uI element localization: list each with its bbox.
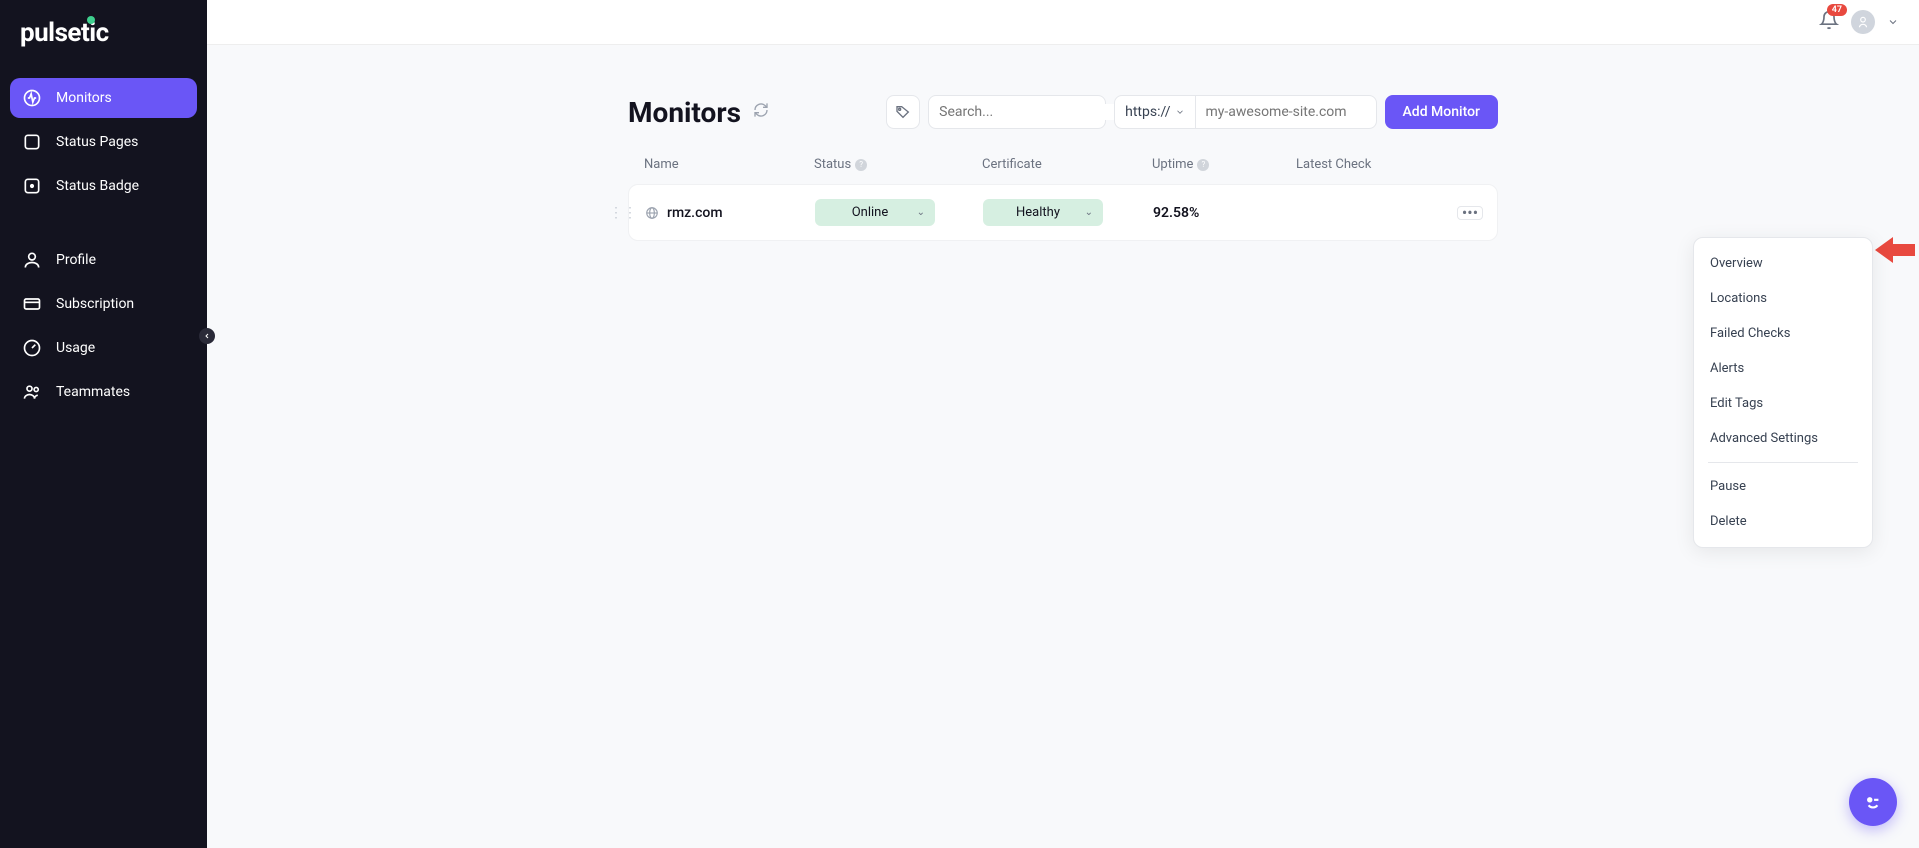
sidebar-item-status-badge[interactable]: Status Badge xyxy=(10,166,197,206)
sidebar-label: Profile xyxy=(56,252,96,268)
notifications-button[interactable]: 47 xyxy=(1819,10,1839,34)
search-input[interactable] xyxy=(939,104,1117,120)
status-pill[interactable]: Online ⌄ xyxy=(815,199,935,226)
brand-dot-icon xyxy=(87,16,95,24)
annotation-arrow-icon xyxy=(1875,237,1915,263)
brand-logo: pulsetic xyxy=(10,18,197,48)
chevron-down-icon: ⌄ xyxy=(1085,207,1093,218)
dropdown-divider xyxy=(1708,462,1858,463)
page-title: Monitors xyxy=(628,96,741,129)
brand-text: pulsetic xyxy=(20,18,109,48)
sidebar: pulsetic Monitors Status Pages Status Ba… xyxy=(0,0,207,848)
menu-overview[interactable]: Overview xyxy=(1694,246,1872,281)
sidebar-label: Usage xyxy=(56,340,95,356)
protocol-label: https:// xyxy=(1125,104,1170,120)
chat-widget-button[interactable] xyxy=(1849,778,1897,826)
sidebar-label: Subscription xyxy=(56,296,134,312)
gauge-icon xyxy=(22,338,42,358)
status-cell: Online ⌄ xyxy=(815,199,983,226)
menu-failed-checks[interactable]: Failed Checks xyxy=(1694,316,1872,351)
monitor-name[interactable]: rmz.com xyxy=(645,205,815,221)
status-text: Online xyxy=(852,205,889,220)
globe-icon xyxy=(645,206,659,220)
menu-locations[interactable]: Locations xyxy=(1694,281,1872,316)
menu-advanced-settings[interactable]: Advanced Settings xyxy=(1694,421,1872,456)
sidebar-label: Monitors xyxy=(56,90,112,106)
chevron-down-icon: ⌄ xyxy=(917,207,925,218)
col-header-latest-check: Latest Check xyxy=(1296,157,1482,172)
col-header-name: Name xyxy=(644,157,814,172)
main: 47 Monitors xyxy=(207,0,1919,848)
content: Monitors https:// xyxy=(207,45,1919,848)
certificate-cell: Healthy ⌄ xyxy=(983,199,1153,226)
user-avatar[interactable] xyxy=(1851,10,1875,34)
sidebar-label: Teammates xyxy=(56,384,130,400)
sidebar-item-monitors[interactable]: Monitors xyxy=(10,78,197,118)
drag-handle[interactable]: ⋮⋮ xyxy=(609,205,637,221)
help-icon[interactable]: ? xyxy=(855,159,867,171)
sidebar-item-subscription[interactable]: Subscription xyxy=(10,284,197,324)
header-controls: https:// Add Monitor xyxy=(886,95,1498,129)
col-header-uptime: Uptime ? xyxy=(1152,157,1296,172)
pulse-icon xyxy=(22,88,42,108)
notification-count-badge: 47 xyxy=(1827,4,1847,16)
monitor-name-text: rmz.com xyxy=(667,205,723,221)
card-icon xyxy=(22,294,42,314)
uptime-value: 92.58% xyxy=(1153,205,1297,221)
chevron-down-icon xyxy=(1175,107,1185,117)
monitors-container: Monitors https:// xyxy=(628,95,1498,848)
sidebar-label: Status Pages xyxy=(56,134,138,150)
sidebar-item-status-pages[interactable]: Status Pages xyxy=(10,122,197,162)
help-icon[interactable]: ? xyxy=(1197,159,1209,171)
url-input[interactable] xyxy=(1196,104,1376,120)
refresh-button[interactable] xyxy=(753,102,769,122)
sidebar-label: Status Badge xyxy=(56,178,139,194)
page-icon xyxy=(22,132,42,152)
protocol-select[interactable]: https:// xyxy=(1115,96,1195,128)
users-icon xyxy=(22,382,42,402)
user-icon xyxy=(22,250,42,270)
badge-icon xyxy=(22,176,42,196)
menu-edit-tags[interactable]: Edit Tags xyxy=(1694,386,1872,421)
col-header-status-text: Status xyxy=(814,157,851,172)
actions-dropdown: Overview Locations Failed Checks Alerts … xyxy=(1693,237,1873,548)
certificate-text: Healthy xyxy=(1016,205,1060,220)
menu-pause[interactable]: Pause xyxy=(1694,469,1872,504)
menu-alerts[interactable]: Alerts xyxy=(1694,351,1872,386)
table-row[interactable]: ⋮⋮ rmz.com Online ⌄ Healthy ⌄ xyxy=(628,184,1498,241)
add-monitor-button[interactable]: Add Monitor xyxy=(1385,95,1498,129)
certificate-pill[interactable]: Healthy ⌄ xyxy=(983,199,1103,226)
more-actions-button[interactable]: ••• xyxy=(1457,206,1483,220)
table-header: Name Status ? Certificate Uptime ? Lates… xyxy=(628,157,1498,184)
tag-icon xyxy=(895,104,911,120)
col-header-certificate: Certificate xyxy=(982,157,1152,172)
topbar: 47 xyxy=(207,0,1919,45)
sidebar-item-profile[interactable]: Profile xyxy=(10,240,197,280)
sidebar-item-usage[interactable]: Usage xyxy=(10,328,197,368)
chevron-down-icon[interactable] xyxy=(1887,16,1899,28)
col-header-status: Status ? xyxy=(814,157,982,172)
sidebar-item-teammates[interactable]: Teammates xyxy=(10,372,197,412)
tag-filter-button[interactable] xyxy=(886,95,920,129)
col-header-uptime-text: Uptime xyxy=(1152,157,1193,172)
add-monitor-group: https:// xyxy=(1114,95,1376,129)
search-box[interactable] xyxy=(928,95,1106,129)
menu-delete[interactable]: Delete xyxy=(1694,504,1872,539)
page-header: Monitors https:// xyxy=(628,95,1498,129)
chat-face-icon xyxy=(1860,789,1886,815)
